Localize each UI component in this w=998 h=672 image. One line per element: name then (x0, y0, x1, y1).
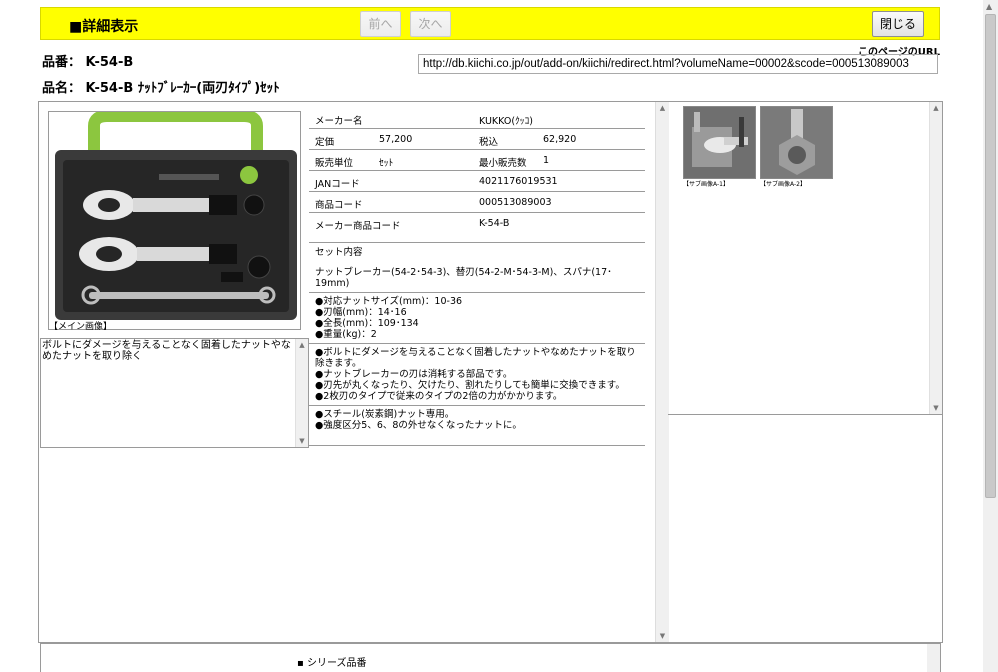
scroll-up-icon[interactable]: ▲ (296, 339, 308, 351)
page-scroll-thumb[interactable] (985, 14, 996, 498)
sub-image-a2[interactable] (760, 106, 833, 179)
series-label-text: シリーズ品番 (306, 658, 367, 669)
feature-line: ●強度区分5、6、8の外せなくなったナットに。 (315, 420, 522, 431)
sub-image-a1[interactable] (683, 106, 756, 179)
feature-line: ●2枚刃のタイプで従来のタイプの2倍の力がかかります。 (315, 391, 563, 402)
features-block-2: ●ボルトにダメージを与えることなく固着したナットやなめたナットを取り除きます。 … (309, 344, 645, 406)
page-url-field[interactable]: http://db.kiichi.co.jp/out/add-on/kiichi… (418, 54, 938, 74)
main-product-image[interactable] (48, 111, 301, 330)
next-button[interactable]: 次へ (410, 11, 451, 37)
thumbnail-scrollbar[interactable]: ▲ ▼ (929, 102, 942, 414)
description-box[interactable]: ボルトにダメージを与えることなく固着したナットやなめたナットを取り除く ▲ ▼ (40, 338, 309, 448)
scroll-up-icon[interactable]: ▲ (986, 2, 992, 11)
detail-frame: 【メイン画像】 ボルトにダメージを与えることなく固着したナットやなめたナットを取… (38, 101, 943, 643)
scroll-down-icon[interactable]: ▼ (656, 632, 669, 640)
tax-label: 税込 (479, 137, 499, 148)
series-panel: ▪ シリーズ品番 (40, 643, 941, 672)
table-row: メーカー名 KUKKO(ｸｯｺ) (309, 108, 645, 129)
feature-line: ●ナットブレーカーの刃は消耗する部品です。 (315, 369, 513, 380)
feature-line: ●重量(kg)：2 (315, 329, 377, 340)
feature-line: ●刃幅(mm)：14･16 (315, 307, 407, 318)
prev-button[interactable]: 前へ (360, 11, 401, 37)
close-button[interactable]: 閉じる (872, 11, 924, 37)
sub-image-a2-caption: 【サブ画像A-2】 (760, 181, 806, 188)
sub-image-a1-caption: 【サブ画像A-1】 (683, 181, 729, 188)
spec-scrollbar[interactable]: ▲ ▼ (655, 102, 669, 642)
table-row: JANコード 4021176019531 (309, 171, 645, 192)
page-scrollbar[interactable]: ▲ (983, 0, 998, 672)
maker-code-label: メーカー商品コード (315, 221, 401, 232)
feature-line: ●ボルトにダメージを与えることなく固着したナットやなめたナットを取り除きます。 (315, 347, 636, 369)
code-label: 商品コード (315, 200, 363, 211)
sub-image-a2-illustration (761, 107, 832, 178)
scroll-up-icon[interactable]: ▲ (930, 102, 942, 114)
set-contents-text: ナットブレーカー(54-2･54-3)、替刃(54-2-M･54-3-M)、スパ… (315, 267, 612, 289)
description-scrollbar[interactable]: ▲ ▼ (295, 339, 308, 447)
feature-line: ●スチール(炭素鋼)ナット専用。 (315, 409, 455, 420)
jan-label: JANコード (315, 179, 360, 190)
table-row: 商品コード 000513089003 (309, 192, 645, 213)
product-name: 品名： K-54-B ﾅｯﾄﾌﾞﾚｰｶｰ(両刃ﾀｲﾌﾟ)ｾｯﾄ (42, 81, 280, 96)
maker-label: メーカー名 (315, 116, 363, 127)
maker-code-value: K-54-B (479, 218, 510, 229)
product-case-illustration (49, 112, 300, 329)
thumbnail-panel: 【サブ画像A-1】 【サブ画像A-2】 ▲ ▼ (668, 102, 942, 415)
code-value: 000513089003 (479, 197, 552, 208)
tax-value: 62,920 (543, 134, 577, 145)
page-title: ■詳細表示 (69, 19, 139, 35)
feature-line: ●全長(mm)：109･134 (315, 318, 419, 329)
unit-value: ｾｯﾄ (379, 158, 394, 169)
header-bar: ■詳細表示 前へ 次へ 閉じる (40, 7, 940, 40)
jan-value: 4021176019531 (479, 176, 558, 187)
feature-line: ●刃先が丸くなったり、欠けたり、割れたりしても簡単に交換できます。 (315, 380, 625, 391)
set-contents-block: セット内容 ナットブレーカー(54-2･54-3)、替刃(54-2-M･54-3… (309, 243, 645, 293)
scroll-down-icon[interactable]: ▼ (930, 402, 942, 414)
features-block-1: ●対応ナットサイズ(mm)：10-36 ●刃幅(mm)：14･16 ●全長(mm… (309, 293, 645, 344)
spec-table: メーカー名 KUKKO(ｸｯｺ) 定価 57,200 税込 62,920 販売単… (309, 108, 645, 446)
series-label: ▪ シリーズ品番 (297, 658, 367, 669)
sub-image-a1-illustration (684, 107, 755, 178)
table-row: メーカー商品コード K-54-B (309, 213, 645, 243)
scroll-down-icon[interactable]: ▼ (296, 435, 308, 447)
series-scrollbar[interactable] (927, 644, 940, 672)
min-qty-label: 最小販売数 (479, 158, 527, 169)
table-row: 定価 57,200 税込 62,920 (309, 129, 645, 150)
features-block-3: ●スチール(炭素鋼)ナット専用。 ●強度区分5、6、8の外せなくなったナットに。 (309, 406, 645, 446)
unit-label: 販売単位 (315, 158, 354, 169)
maker-value: KUKKO(ｸｯｺ) (479, 116, 534, 127)
set-contents-label: セット内容 (315, 247, 363, 258)
price-label: 定価 (315, 137, 335, 148)
price-value: 57,200 (379, 134, 413, 145)
part-number: 品番： K-54-B (42, 55, 134, 70)
table-row: 販売単位 ｾｯﾄ 最小販売数 1 (309, 150, 645, 171)
description-text: ボルトにダメージを与えることなく固着したナットやなめたナットを取り除く (42, 340, 291, 362)
min-qty-value: 1 (543, 155, 550, 166)
feature-line: ●対応ナットサイズ(mm)：10-36 (315, 296, 463, 307)
main-image-caption: 【メイン画像】 (49, 322, 113, 332)
